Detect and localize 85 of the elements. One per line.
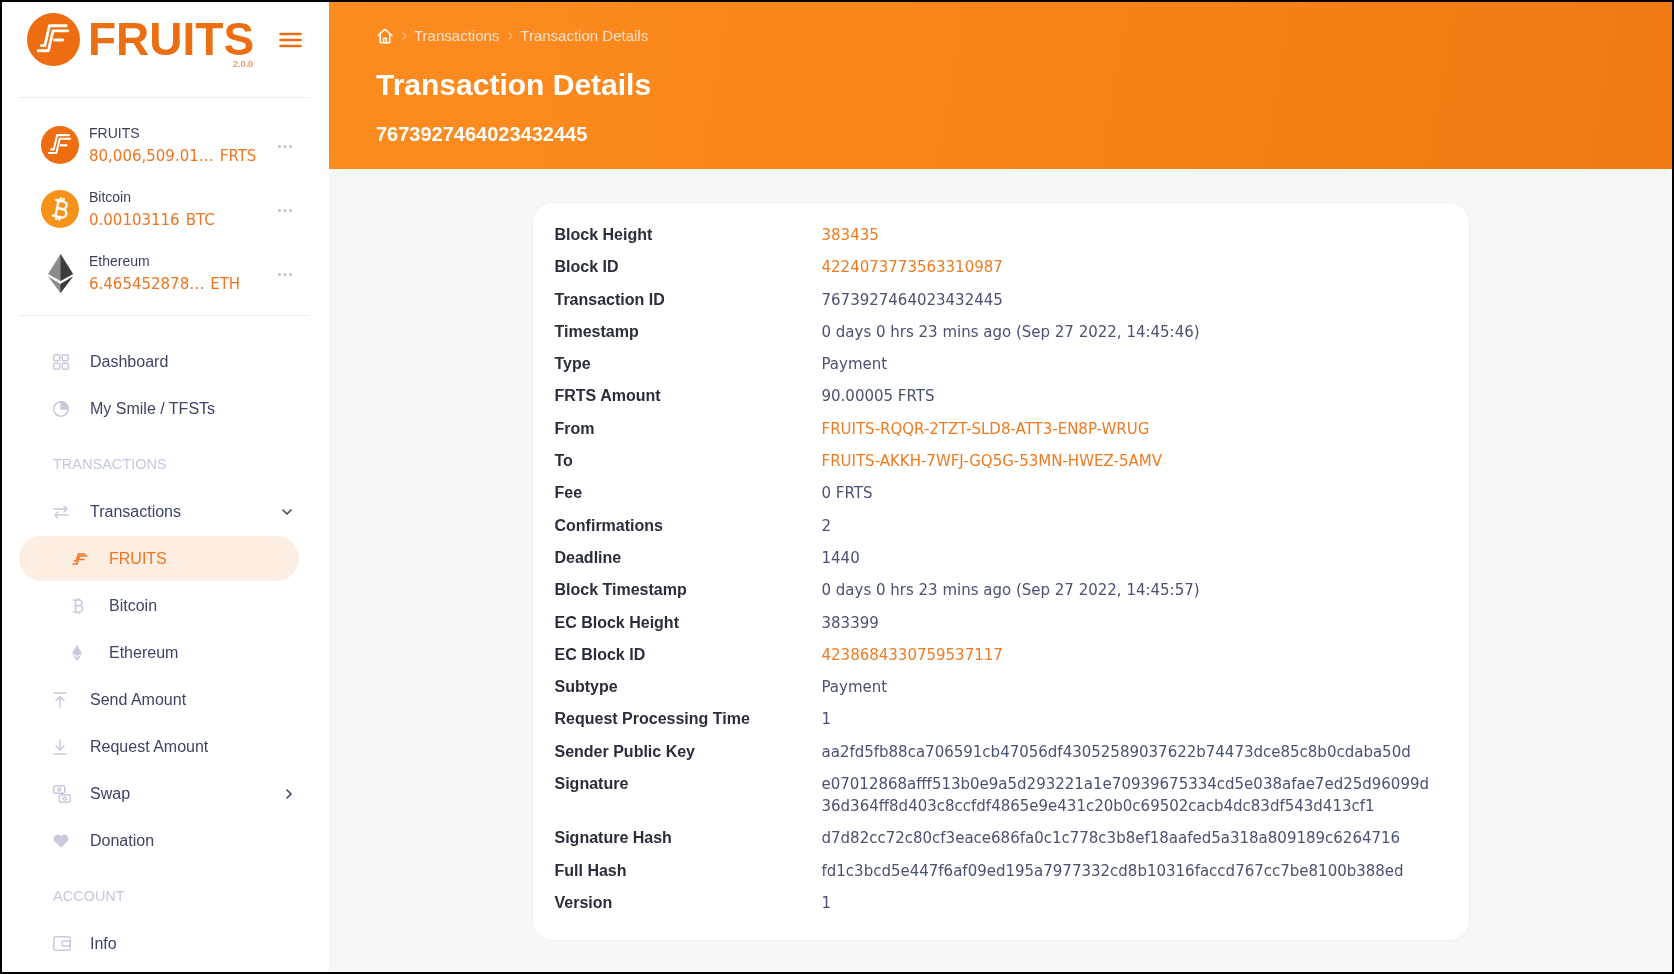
nav-item[interactable]: Transactions (19, 489, 299, 534)
ethereum-icon (47, 253, 73, 293)
nav-item[interactable]: Send Amount (19, 677, 299, 722)
wallet-name: Bitcoin (89, 188, 132, 207)
field-value: 1 (821, 892, 832, 914)
download-icon (53, 738, 67, 755)
field-label: Timestamp (554, 321, 639, 342)
chevron-right-icon (508, 32, 514, 40)
field-label: Block Timestamp (554, 580, 687, 601)
logo-icon (72, 552, 88, 565)
field-label: Signature Hash (554, 828, 672, 849)
field-value: aa2fd5fb88ca706591cb47056df43052589037622b74473dce85c8b0cdaba50d (821, 741, 1411, 763)
chevron-right-icon (402, 32, 407, 40)
nav-item[interactable]: Request Amount (19, 724, 299, 769)
field-label: Version (554, 892, 613, 913)
field-label: Confirmations (554, 515, 663, 536)
field-value: Payment (821, 677, 888, 699)
field-label: Transaction ID (554, 289, 665, 310)
field-label: FRTS Amount (554, 386, 661, 407)
field-value: 1 (821, 709, 832, 731)
pie-chart-icon (53, 400, 69, 417)
field-label: Block ID (554, 257, 619, 278)
menu-icon[interactable] (279, 32, 302, 48)
bitcoin-icon (41, 190, 79, 228)
field-value: e07012868afff513b0e9a5d293221a1e70939675334cd5e038afae7ed25d96099d36d364ff8d403c8ccfdf4865e9e431c20b0c69502cacb4dc83df543d413cf1 (821, 774, 1430, 818)
field-label: From (554, 418, 595, 439)
nav-item[interactable]: Donation (19, 818, 299, 863)
wallet-unit: ETH (210, 274, 241, 295)
home-icon[interactable] (377, 28, 393, 44)
nav-item[interactable]: Dashboard (19, 339, 299, 384)
wallet-amount: 80,006,509.01… (89, 146, 214, 167)
field-label: Block Height (554, 225, 653, 245)
field-label: Signature (554, 774, 629, 795)
field-value: 90.00005 FRTS (821, 386, 935, 408)
field-value: 0 FRTS (821, 483, 873, 505)
more-icon[interactable] (278, 145, 292, 148)
field-value: fd1c3bcd5e447f6af09ed195a7977332cd8b10316faccd767cc7be8100b388ed (821, 860, 1404, 882)
nav-item[interactable]: Bitcoin (19, 583, 299, 628)
bitcoin-icon (72, 597, 84, 614)
wallet-amount: 0.00103116 (89, 210, 180, 231)
breadcrumb-current: Transaction Details (520, 26, 649, 46)
field-label: To (554, 451, 573, 472)
nav-section-heading: ACCOUNT (52, 886, 126, 906)
wallet-name: FRUITS (89, 124, 140, 143)
heart-icon (53, 833, 69, 848)
ethereum-icon (72, 644, 82, 661)
field-value: 2 (821, 515, 832, 537)
logo-icon (27, 13, 80, 66)
field-label: Request Processing Time (554, 709, 750, 730)
nav-item[interactable]: Info (19, 921, 299, 966)
nav-section-heading: TRANSACTIONS (52, 454, 168, 474)
wallet-unit: FRTS (219, 146, 257, 167)
grid-icon (53, 353, 69, 370)
field-value: d7d82cc72c80cf3eace686fa0c1c778c3b8ef18aafed5a318a809189c6264716 (821, 828, 1401, 850)
field-label: EC Block ID (554, 644, 646, 665)
wallet-name: Ethereum (89, 252, 150, 271)
logo-icon (41, 126, 79, 164)
field-label: Sender Public Key (554, 741, 695, 762)
brand-name: FRUITS (88, 16, 255, 62)
field-label: Subtype (554, 677, 618, 698)
more-icon[interactable] (278, 273, 292, 276)
field-value: 383399 (821, 612, 879, 634)
nav-item[interactable]: My Smile / TFSTs (19, 386, 299, 431)
field-value: Payment (821, 354, 888, 376)
field-value: 7673927464023432445 (821, 289, 1003, 311)
brand-version: 2.0.0 (233, 59, 254, 69)
field-value: 0 days 0 hrs 23 mins ago (Sep 27 2022, 14:45:46) (821, 321, 1200, 343)
more-icon[interactable] (278, 209, 292, 212)
wallet-icon (53, 936, 71, 951)
arrows-icon (53, 504, 69, 519)
wallet-unit: BTC (185, 210, 215, 231)
nav-item[interactable]: Swap (19, 771, 299, 816)
field-label: Type (554, 354, 591, 375)
cards-icon (53, 784, 71, 803)
upload-icon (53, 691, 67, 708)
field-label: EC Block Height (554, 612, 679, 633)
page-title: Transaction Details (376, 67, 653, 103)
transaction-id: 7673927464023432445 (376, 122, 589, 147)
field-label: Full Hash (554, 860, 627, 881)
nav-item[interactable]: Ethereum (19, 630, 299, 675)
field-label: Fee (554, 483, 583, 504)
field-value: 0 days 0 hrs 23 mins ago (Sep 27 2022, 14:45:57) (821, 580, 1200, 602)
field-value: 1440 (821, 547, 860, 569)
wallet-amount: 6.465452878… (89, 274, 205, 295)
field-label: Deadline (554, 547, 622, 568)
